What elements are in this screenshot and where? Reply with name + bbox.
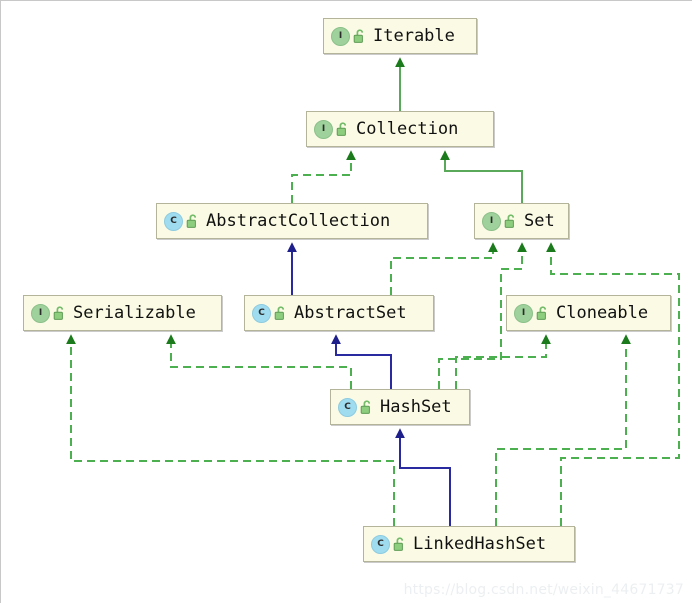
- watermark: https://blog.csdn.net/weixin_44671737: [403, 582, 684, 598]
- interface-badge-icon: I: [331, 26, 350, 46]
- node-label: AbstractSet: [294, 303, 407, 323]
- unlocked-lock-icon: [274, 305, 287, 321]
- unlocked-lock-icon: [504, 213, 517, 229]
- unlocked-lock-icon: [536, 305, 549, 321]
- interface-badge-icon: I: [314, 119, 333, 139]
- edge-set-collection: [440, 150, 523, 203]
- node-serializable[interactable]: I Serializable: [23, 295, 222, 331]
- interface-badge-icon: I: [482, 211, 501, 231]
- node-label: Serializable: [73, 303, 196, 323]
- class-badge-icon: C: [338, 397, 357, 417]
- unlocked-lock-icon: [360, 399, 373, 415]
- node-cloneable[interactable]: I Cloneable: [506, 295, 671, 331]
- edge-abstractcollection-collection: [291, 150, 356, 203]
- class-badge-icon: C: [164, 211, 183, 231]
- node-label: Iterable: [373, 26, 455, 46]
- edge-linkedhashset-set: [546, 242, 680, 526]
- interface-badge-icon: I: [514, 303, 533, 323]
- unlocked-lock-icon: [53, 305, 66, 321]
- edge-hashset-cloneable: [455, 334, 551, 389]
- node-iterable[interactable]: I Iterable: [323, 18, 477, 54]
- unlocked-lock-icon: [353, 28, 366, 44]
- edge-abstractset-set: [390, 242, 498, 295]
- node-linkedhashset[interactable]: C LinkedHashSet: [363, 526, 575, 562]
- node-label: Set: [524, 211, 555, 231]
- unlocked-lock-icon: [186, 213, 199, 229]
- unlocked-lock-icon: [393, 536, 406, 552]
- node-hashset[interactable]: C HashSet: [330, 389, 470, 425]
- edge-hashset-serializable: [166, 334, 352, 389]
- node-label: HashSet: [380, 397, 452, 417]
- unlocked-lock-icon: [336, 121, 349, 137]
- node-abstractset[interactable]: C AbstractSet: [244, 295, 434, 331]
- interface-badge-icon: I: [31, 303, 50, 323]
- edge-linkedhashset-serializable: [66, 334, 395, 526]
- node-abstractcollection[interactable]: C AbstractCollection: [156, 203, 428, 239]
- class-badge-icon: C: [252, 303, 271, 323]
- node-label: LinkedHashSet: [413, 534, 547, 554]
- node-label: AbstractCollection: [206, 211, 391, 231]
- node-label: Cloneable: [556, 303, 649, 323]
- node-label: Collection: [356, 119, 459, 139]
- uml-diagram-canvas: I Iterable I Collection C AbstractCollection I…: [0, 0, 692, 603]
- node-set[interactable]: I Set: [474, 203, 569, 239]
- class-badge-icon: C: [371, 534, 390, 554]
- node-collection[interactable]: I Collection: [306, 111, 494, 147]
- edge-linkedhashset-hashset: [395, 428, 451, 526]
